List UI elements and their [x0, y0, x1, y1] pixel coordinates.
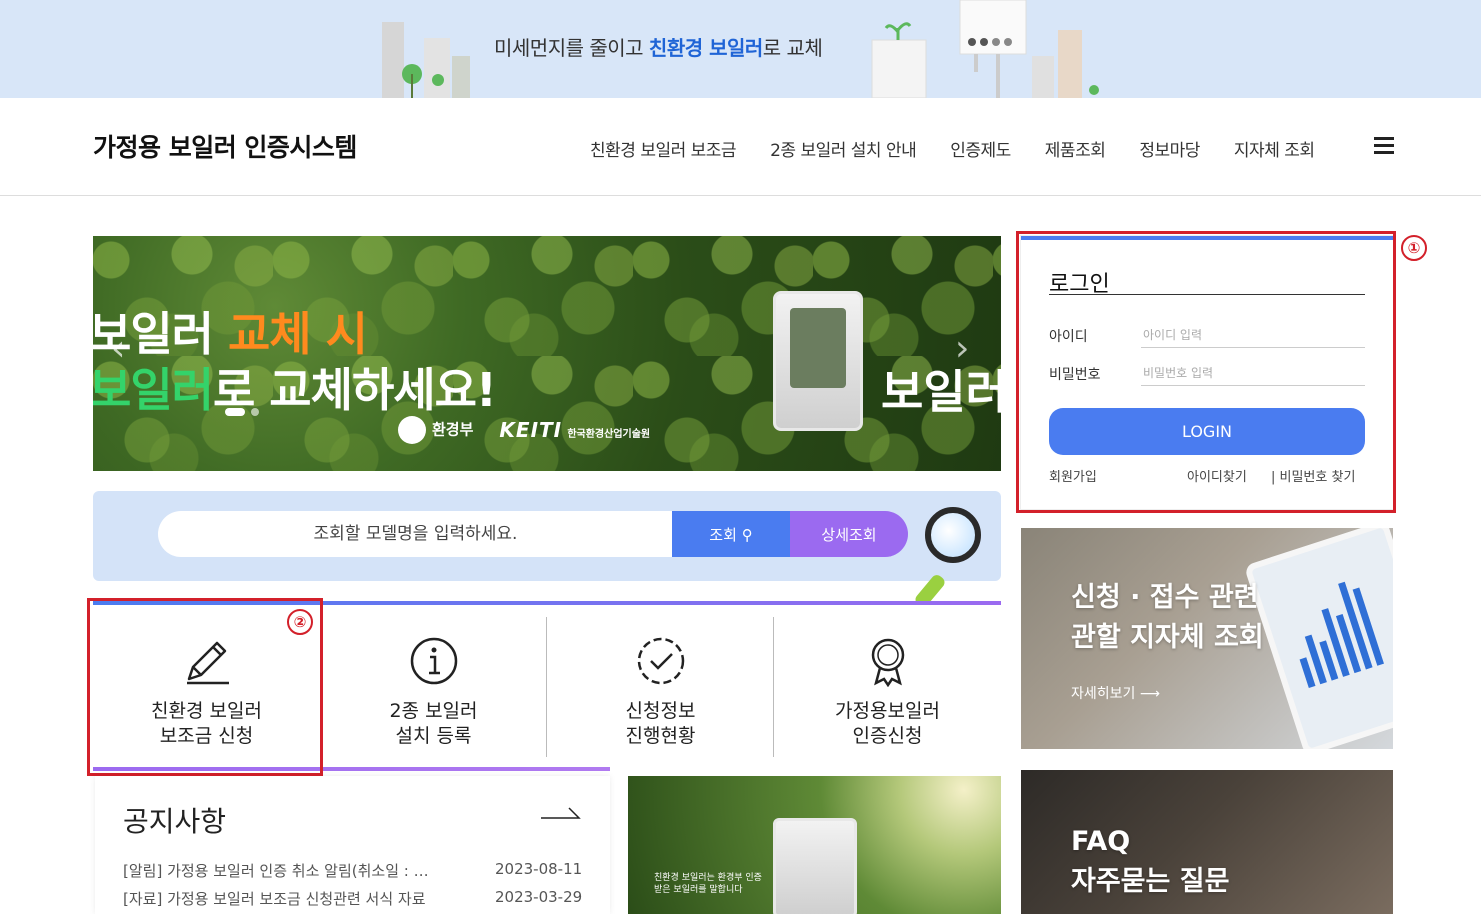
quick-certification-apply[interactable]: 가정용보일러 인증신청: [774, 605, 1001, 769]
quick-label: 신청정보 진행현황: [625, 700, 696, 747]
keiti-logo: KEITI 한국환경산업기술원: [499, 418, 651, 442]
arrow-right-icon: ⟶: [1139, 686, 1160, 702]
divider: [93, 767, 610, 771]
notice-item-title[interactable]: [알림] 가정용 보일러 인증 취소 알림(취소일 : …: [123, 860, 463, 881]
local-gov-card[interactable]: 신청 · 접수 관련 관할 지자체 조회 자세히보기 ⟶: [1021, 528, 1393, 749]
card-title: FAQ 자주묻는 질문: [1071, 826, 1230, 897]
more-link[interactable]: 자세히보기 ⟶: [1071, 683, 1160, 703]
notice-title: 공지사항: [123, 805, 227, 838]
magnifier-icon: [925, 507, 981, 563]
hero-logos: 환경부 KEITI 한국환경산업기술원: [398, 416, 650, 444]
boiler-image: [773, 818, 857, 914]
quick-label: 가정용보일러 인증신청: [835, 700, 940, 747]
site-title[interactable]: 가정용 보일러 인증시스템: [93, 128, 357, 164]
password-input[interactable]: [1141, 360, 1365, 386]
forest-caption: 친환경 보일러는 환경부 인증 받은 보일러를 말합니다: [654, 873, 762, 895]
notice-panel: 공지사항 [알림] 가정용 보일러 인증 취소 알림(취소일 : … 2023-…: [95, 776, 610, 914]
hamburger-menu-icon[interactable]: [1374, 137, 1394, 155]
model-search-bar: 조회 ⚲ 상세조회: [93, 491, 1001, 610]
password-label: 비밀번호: [1049, 367, 1101, 383]
model-search-input[interactable]: [158, 511, 673, 557]
nav-info[interactable]: 정보마당: [1139, 136, 1200, 161]
hero-headline-2: 보일러로 교체하세요!: [93, 363, 497, 417]
city-buildings-icon: [382, 22, 470, 98]
moe-logo: 환경부: [398, 416, 473, 444]
quick-application-status[interactable]: 신청정보 진행현황: [547, 605, 774, 769]
site-header: 가정용 보일러 인증시스템 친환경 보일러 보조금 2종 보일러 설치 안내 인…: [0, 98, 1481, 196]
quick-menu: 친환경 보일러 보조금 신청 2종 보일러 설치 등록 신청정보 진행현황 가정용보일…: [93, 601, 1001, 771]
moe-emblem-icon: [398, 416, 426, 444]
hero-banner[interactable]: 보일러 교체 시 보일러로 교체하세요! 환경부 KEITI 한국환경산업기술원…: [93, 236, 1001, 471]
nav-subsidy[interactable]: 친환경 보일러 보조금: [590, 136, 737, 161]
quick-subsidy-apply[interactable]: 친환경 보일러 보조금 신청: [93, 605, 320, 769]
slide-next-icon[interactable]: ›: [955, 328, 969, 369]
award-icon: [871, 638, 904, 687]
slide-indicator[interactable]: [225, 408, 259, 416]
boiler-illustration-icon: [871, 0, 1099, 98]
search-button[interactable]: 조회 ⚲: [672, 511, 790, 557]
find-password-link[interactable]: | 비밀번호 찾기: [1271, 466, 1355, 485]
faq-card[interactable]: FAQ 자주묻는 질문: [1021, 770, 1393, 914]
find-id-link[interactable]: 아이디찾기: [1187, 466, 1247, 485]
callout-2: ②: [287, 609, 313, 635]
divider: [1049, 294, 1365, 295]
callout-1: ①: [1401, 235, 1427, 261]
card-title: 신청 · 접수 관련 관할 지자체 조회: [1071, 582, 1264, 653]
nav-certification[interactable]: 인증제도: [950, 136, 1011, 161]
hero-right-text: 보일러: [881, 365, 1001, 419]
slide-prev-icon[interactable]: ‹: [111, 328, 125, 369]
promo-forest-image[interactable]: 친환경 보일러는 환경부 인증 받은 보일러를 말합니다: [628, 776, 1001, 914]
detail-search-button[interactable]: 상세조회: [790, 511, 908, 557]
quick-label: 친환경 보일러 보조금 신청: [151, 700, 262, 747]
check-circle-icon: [637, 637, 684, 685]
arrow-right-icon[interactable]: [541, 806, 581, 820]
id-input[interactable]: [1141, 322, 1365, 348]
promo-text: 미세먼지를 줄이고 친환경 보일러로 교체: [494, 36, 823, 60]
quick-type2-register[interactable]: 2종 보일러 설치 등록: [320, 605, 547, 769]
nav-product-search[interactable]: 제품조회: [1045, 136, 1106, 161]
nav-local-gov[interactable]: 지자체 조회: [1234, 136, 1315, 161]
id-label: 아이디: [1049, 329, 1088, 345]
notice-item-title[interactable]: [자료] 가정용 보일러 보조금 신청관련 서식 자료: [123, 888, 463, 909]
nav-type2-install[interactable]: 2종 보일러 설치 안내: [770, 136, 917, 161]
notice-item-date: 2023-03-29: [495, 888, 583, 906]
notice-item-date: 2023-08-11: [495, 860, 583, 878]
main-nav: 친환경 보일러 보조금 2종 보일러 설치 안내 인증제도 제품조회 정보마당 …: [590, 136, 1349, 161]
info-icon: [410, 637, 457, 685]
signup-link[interactable]: 회원가입: [1049, 466, 1097, 485]
quick-label: 2종 보일러 설치 등록: [389, 700, 478, 747]
login-button[interactable]: LOGIN: [1049, 408, 1365, 455]
boiler-image: [773, 291, 863, 431]
pencil-icon: [186, 641, 229, 685]
login-panel: 로그인 아이디 비밀번호 LOGIN 회원가입 아이디찾기 | 비밀번호 찾기: [1021, 236, 1393, 509]
search-icon: ⚲: [741, 525, 753, 544]
promo-banner[interactable]: 미세먼지를 줄이고 친환경 보일러로 교체: [0, 0, 1481, 98]
